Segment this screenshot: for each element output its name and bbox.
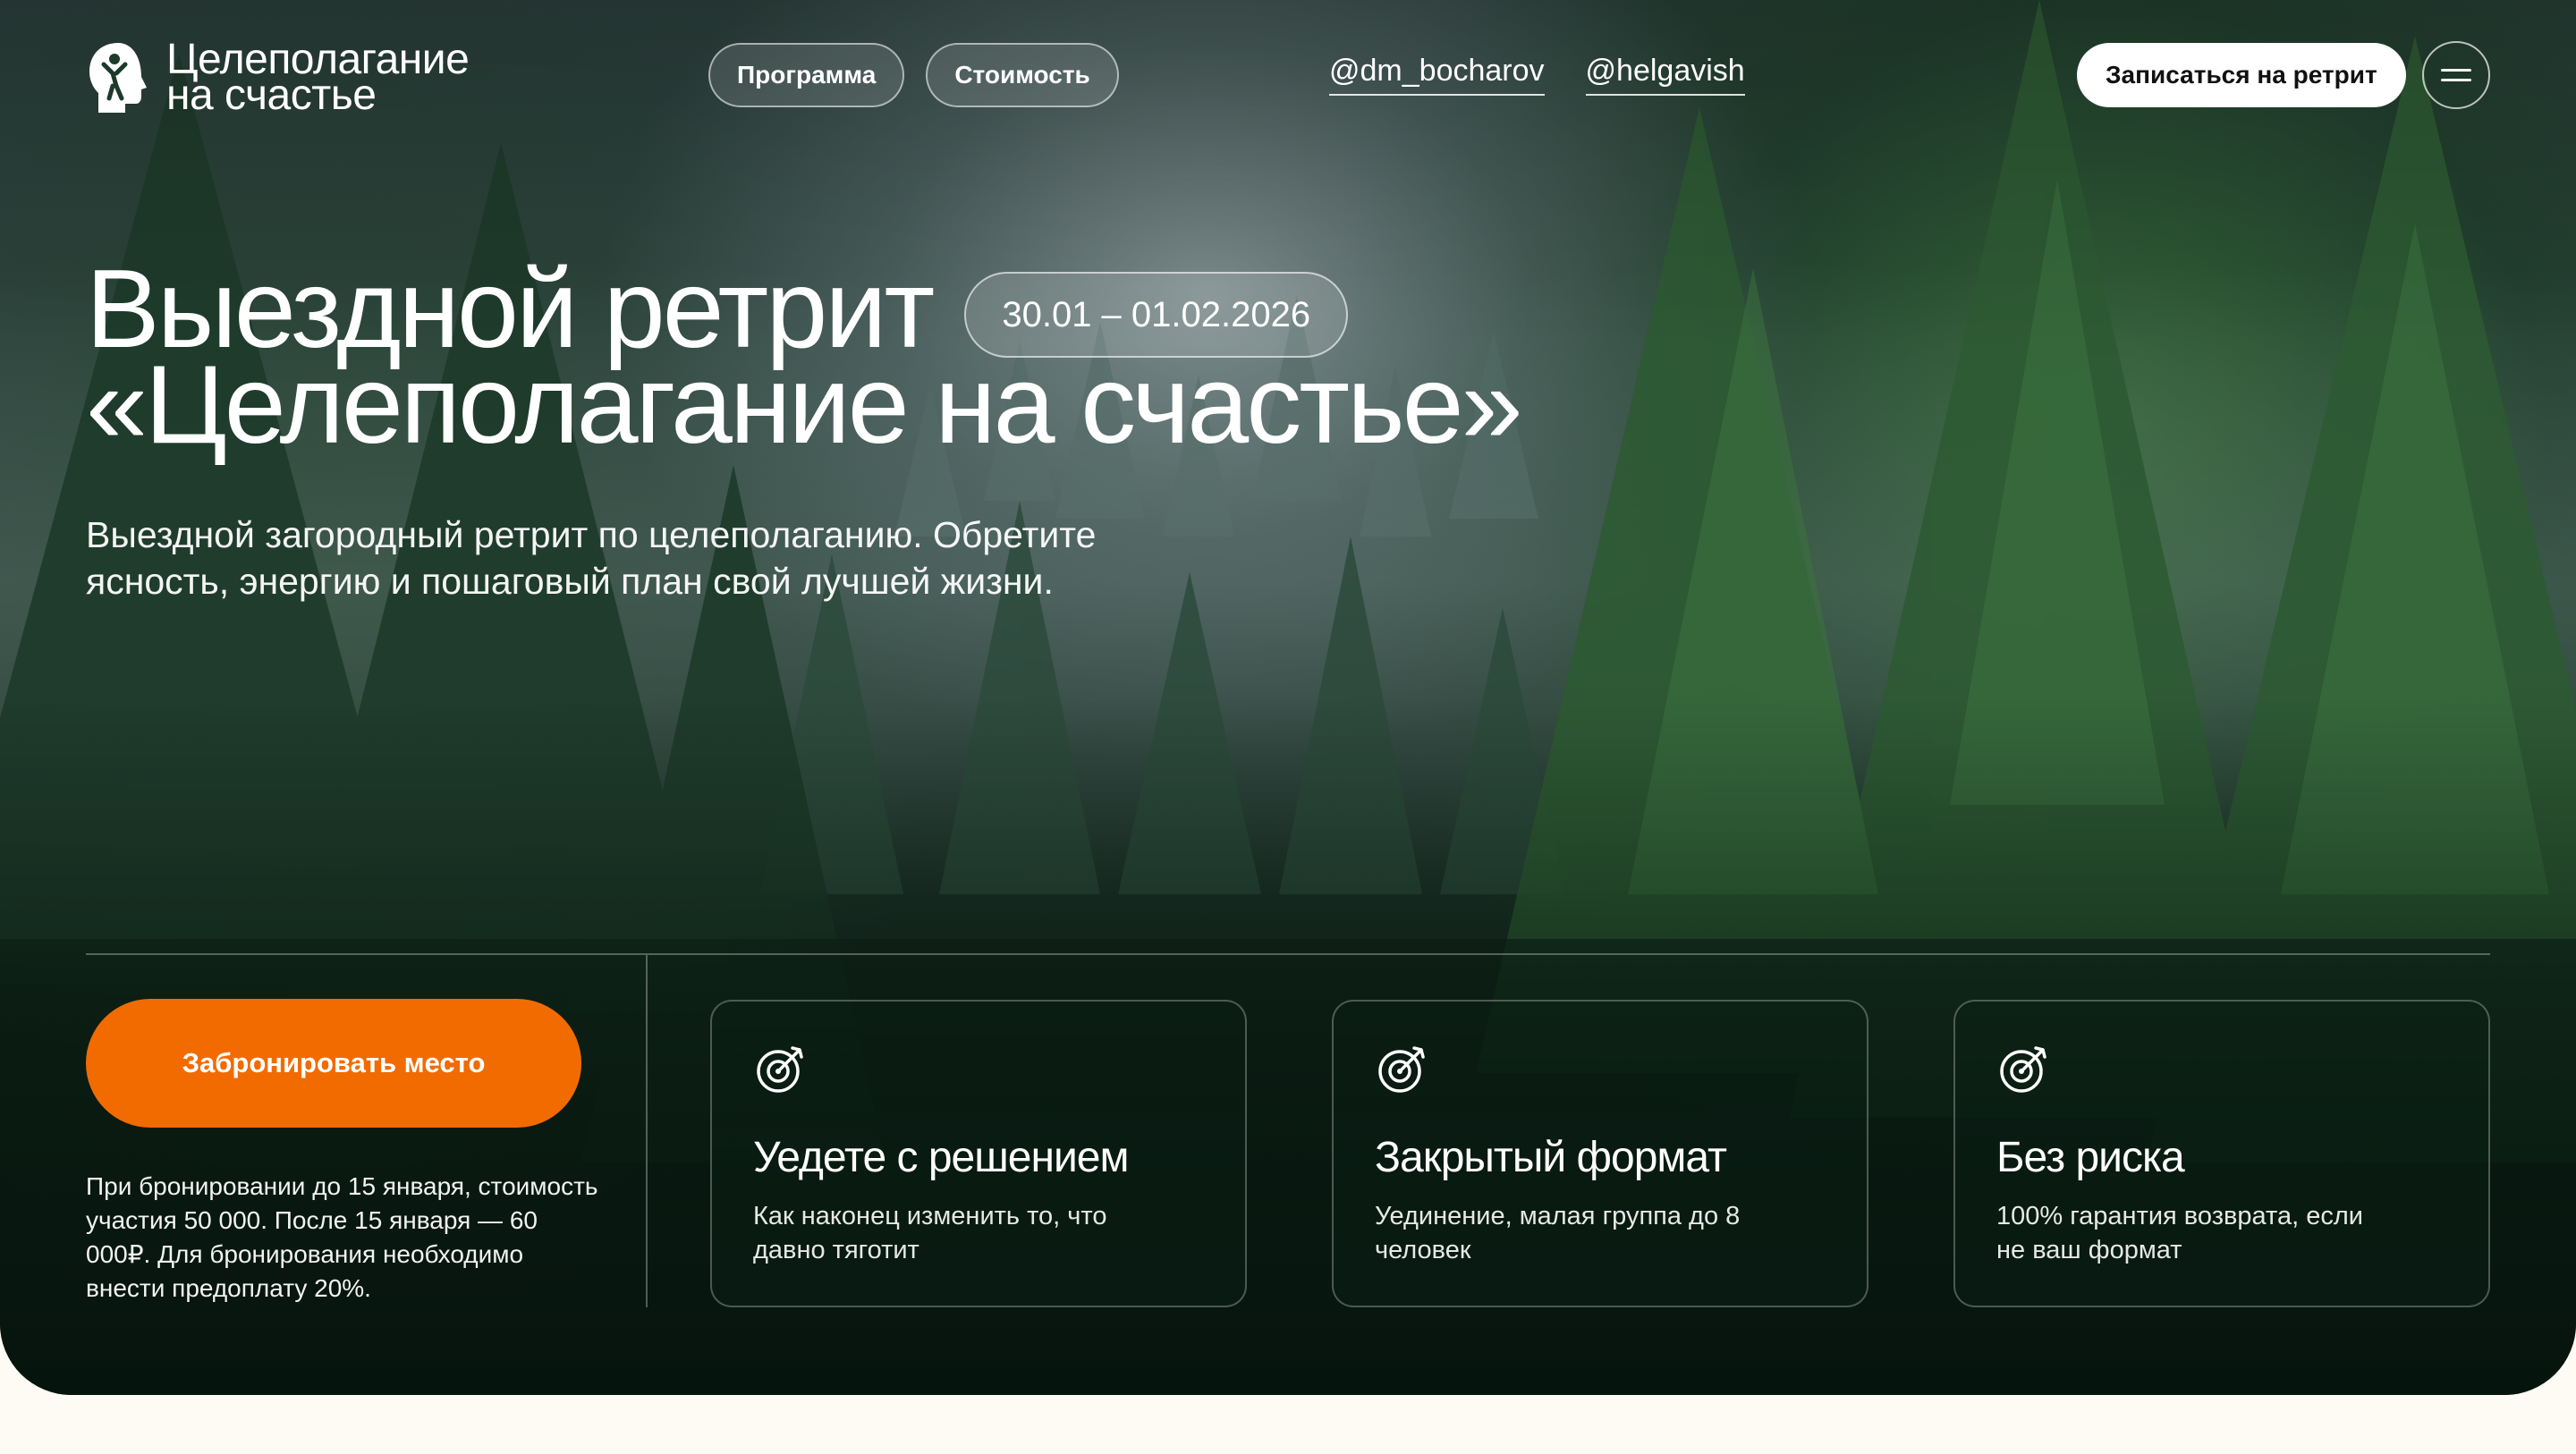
- social-link-dm-bocharov[interactable]: @dm_bocharov: [1329, 54, 1545, 96]
- menu-button[interactable]: [2422, 41, 2490, 109]
- feature-title: Уедете с решением: [753, 1134, 1129, 1181]
- social-links: @dm_bocharov @helgavish: [1329, 54, 1745, 96]
- booking-note: При бронировании до 15 января, стоимость…: [86, 1172, 598, 1302]
- divider-vertical: [646, 955, 648, 1307]
- feature-text: Как наконец изменить то, что давно тягот…: [753, 1202, 1107, 1264]
- feature-card-decision: Уедете с решением Как наконец изменить т…: [710, 1000, 1247, 1307]
- feature-title: Без риска: [1996, 1134, 2185, 1181]
- feature-text: 100% гарантия возврата, если не ваш форм…: [1996, 1202, 2363, 1264]
- feature-title: Закрытый формат: [1375, 1134, 1727, 1181]
- brand-logo[interactable]: Целеполагание на счастье: [86, 38, 470, 119]
- menu-icon: [2441, 69, 2471, 72]
- target-icon: [2000, 1046, 2046, 1093]
- target-icon: [757, 1046, 803, 1093]
- brand-line-2: на счастье: [166, 72, 377, 119]
- book-place-button[interactable]: Забронировать место: [86, 999, 581, 1128]
- hero-title-line-2: «Целеполагание на счастье»: [86, 343, 1523, 467]
- main-nav: Программа Стоимость: [708, 43, 1119, 107]
- menu-icon-line: [2441, 79, 2471, 81]
- nav-program-button[interactable]: Программа: [708, 43, 905, 107]
- feature-card-no-risk: Без риска 100% гарантия возврата, если н…: [1953, 1000, 2490, 1307]
- target-icon: [1378, 1046, 1425, 1093]
- brand-name: Целеполагание на счастье: [166, 38, 470, 119]
- social-link-helgavish[interactable]: @helgavish: [1585, 54, 1745, 96]
- feature-card-closed-format: Закрытый формат Уединение, малая группа …: [1332, 1000, 1868, 1307]
- hero-title: Выездной ретрит 30.01 – 01.02.2026 «Целе…: [86, 254, 1523, 467]
- hero-subtitle: Выездной загородный ретрит по целеполага…: [86, 514, 1097, 602]
- head-logo-icon: [89, 43, 147, 113]
- divider-horizontal: [86, 953, 2490, 955]
- feature-text: Уединение, малая группа до 8 человек: [1375, 1202, 1741, 1264]
- signup-retreat-button[interactable]: Записаться на ретрит: [2077, 43, 2406, 107]
- nav-price-button[interactable]: Стоимость: [926, 43, 1119, 107]
